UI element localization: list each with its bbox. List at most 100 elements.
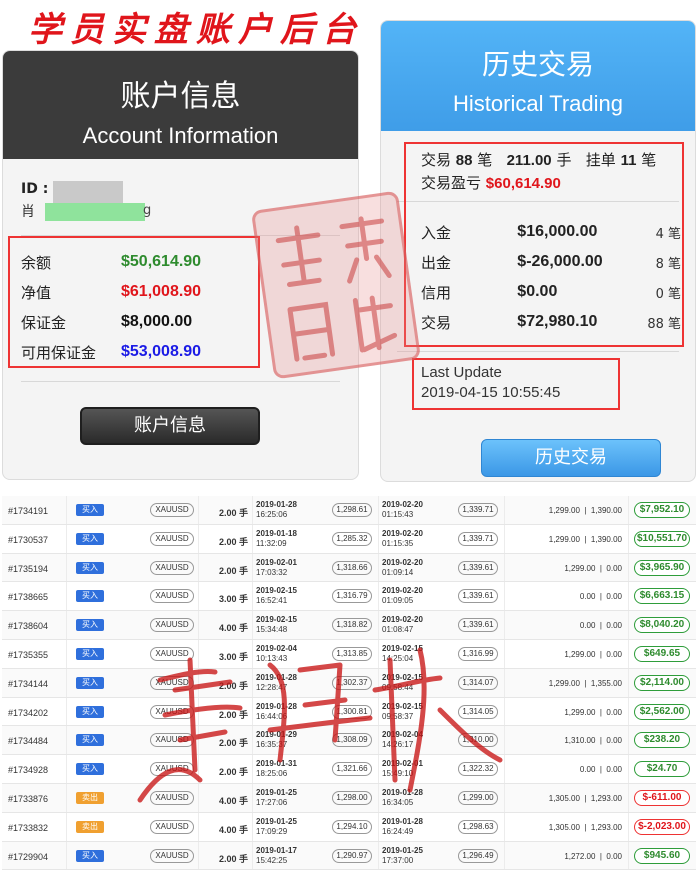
open-clock: 16:52:41 xyxy=(256,596,288,606)
open-date: 2019-01-31 xyxy=(256,759,297,769)
divider xyxy=(397,351,679,352)
open-time: 2019-01-28 16:25:06 xyxy=(256,500,297,520)
open-date: 2019-01-28 xyxy=(256,672,297,682)
symbol-pill: XAUUSD xyxy=(150,531,194,546)
stop-loss: 1,299.00 xyxy=(548,534,580,544)
trade-row[interactable]: #1735194 买入 XAUUSD 2.00 手 2019-02-01 17:03:32… xyxy=(2,553,696,583)
sl-tp: 1,299.00 | 0.00 xyxy=(564,649,622,659)
trade-id: #1734928 xyxy=(8,765,49,776)
column-divider xyxy=(504,611,505,639)
column-divider xyxy=(378,697,379,726)
close-clock: 01:15:43 xyxy=(382,510,414,519)
column-divider xyxy=(66,755,67,783)
close-date: 2019-01-25 xyxy=(382,845,423,855)
open-clock: 15:34:48 xyxy=(256,625,288,635)
column-divider xyxy=(378,524,379,553)
open-time: 2019-01-25 17:27:06 xyxy=(256,788,297,808)
close-price: 1,339.61 xyxy=(458,589,498,604)
historical-trading-button[interactable]: 历史交易 xyxy=(481,439,661,477)
trade-row[interactable]: #1733832 卖出 XAUUSD 4.00 手 2019-01-25 17:09:29… xyxy=(2,812,696,842)
trade-id: #1738604 xyxy=(8,621,49,632)
stop-loss: 1,299.00 xyxy=(548,506,580,515)
trade-row[interactable]: #1738665 买入 XAUUSD 3.00 手 2019-02-15 16:52:41… xyxy=(2,582,696,612)
column-divider xyxy=(198,639,199,668)
column-divider xyxy=(628,553,629,582)
trade-lots: 2.00 手 xyxy=(218,767,248,778)
open-price: 1,285.32 xyxy=(332,531,372,546)
column-divider xyxy=(628,783,629,812)
column-divider xyxy=(628,639,629,668)
close-clock: 09:58:37 xyxy=(382,711,414,721)
open-clock: 18:25:06 xyxy=(256,769,288,779)
stop-loss: 0.00 xyxy=(579,621,596,631)
column-divider xyxy=(66,668,67,697)
account-info-button[interactable]: 账户信息 xyxy=(80,407,260,445)
trade-id: #1733876 xyxy=(8,793,49,804)
open-time: 2019-02-15 16:52:41 xyxy=(256,586,297,606)
close-price: 1,339.71 xyxy=(458,503,498,517)
open-time: 2019-01-25 17:09:29 xyxy=(256,817,297,837)
column-divider xyxy=(504,783,505,812)
trade-row[interactable]: #1738604 买入 XAUUSD 4.00 手 2019-02-15 15:34:48… xyxy=(2,611,696,640)
open-date: 2019-01-18 xyxy=(256,528,297,538)
close-date: 2019-02-15 xyxy=(382,672,423,682)
sl-tp: 0.00 | 0.00 xyxy=(579,621,622,631)
profit-loss: $7,952.10 xyxy=(634,502,690,518)
trades-table: #1734191 买入 XAUUSD 2.00 手 2019-01-28 16:25:06… xyxy=(2,496,696,871)
trade-row[interactable]: #1735355 买入 XAUUSD 3.00 手 2019-02-04 10:13:43… xyxy=(2,639,696,669)
close-price: 1,322.32 xyxy=(458,762,498,777)
take-profit: 0.00 xyxy=(606,563,622,573)
symbol-pill: XAUUSD xyxy=(150,503,194,517)
sl-tp: 1,299.00 | 0.00 xyxy=(564,563,622,573)
stop-loss: 1,305.00 xyxy=(548,822,580,832)
close-time: 2019-02-20 01:15:35 xyxy=(382,529,423,549)
close-time: 2019-02-20 01:15:43 xyxy=(382,500,423,520)
symbol-pill: XAUUSD xyxy=(150,790,194,805)
open-price: 1,290.97 xyxy=(332,848,372,863)
column-divider xyxy=(504,812,505,841)
sl-tp: 1,299.00 | 1,390.00 xyxy=(548,506,622,515)
redacted-id xyxy=(53,181,123,205)
open-clock: 10:13:43 xyxy=(256,653,288,663)
trade-row[interactable]: #1734144 买入 XAUUSD 2.00 手 2019-01-28 12:28:47… xyxy=(2,668,696,698)
open-price: 1,298.00 xyxy=(332,790,372,805)
column-divider xyxy=(378,582,379,611)
trade-id: #1730537 xyxy=(8,534,49,545)
trade-lots: 4.00 手 xyxy=(218,824,248,835)
trade-row[interactable]: #1730537 买入 XAUUSD 2.00 手 2019-01-18 11:32:09… xyxy=(2,524,696,554)
take-profit: 0.00 xyxy=(606,851,622,861)
column-divider xyxy=(198,726,199,755)
open-date: 2019-01-17 xyxy=(256,845,297,855)
column-divider xyxy=(252,582,253,611)
open-date: 2019-02-04 xyxy=(256,643,297,653)
column-divider xyxy=(66,697,67,726)
close-time: 2019-01-25 17:37:00 xyxy=(382,846,423,866)
stop-loss: 1,299.00 xyxy=(564,707,596,717)
trade-row[interactable]: #1734202 买入 XAUUSD 2.00 手 2019-01-28 16:44:06… xyxy=(2,697,696,727)
close-time: 2019-02-20 01:09:14 xyxy=(382,558,423,578)
trade-lots: 2.00 手 xyxy=(218,536,248,547)
trade-id: #1734191 xyxy=(8,506,49,516)
open-time: 2019-02-04 10:13:43 xyxy=(256,644,297,664)
open-price: 1,321.66 xyxy=(332,762,372,777)
column-divider xyxy=(252,611,253,639)
column-divider xyxy=(504,582,505,611)
trade-row[interactable]: #1734191 买入 XAUUSD 2.00 手 2019-01-28 16:25:06… xyxy=(2,496,696,525)
stop-loss: 0.00 xyxy=(579,592,596,602)
trade-row[interactable]: #1734928 买入 XAUUSD 2.00 手 2019-01-31 18:25:06… xyxy=(2,755,696,784)
trade-lots: 3.00 手 xyxy=(218,594,248,605)
symbol-pill: XAUUSD xyxy=(150,848,194,863)
sl-tp: 1,299.00 | 0.00 xyxy=(564,707,622,717)
column-divider xyxy=(66,639,67,668)
open-price: 1,302.37 xyxy=(332,675,372,690)
trade-row[interactable]: #1729904 买入 XAUUSD 2.00 手 2019-01-17 15:42:25… xyxy=(2,841,696,871)
column-divider xyxy=(198,611,199,639)
close-price: 1,339.71 xyxy=(458,531,498,546)
column-divider xyxy=(378,611,379,639)
trade-row[interactable]: #1734484 买入 XAUUSD 2.00 手 2019-01-29 16:35:37… xyxy=(2,726,696,756)
column-divider xyxy=(628,524,629,553)
open-price: 1,294.10 xyxy=(332,819,372,834)
column-divider xyxy=(198,668,199,697)
trade-row[interactable]: #1733876 卖出 XAUUSD 4.00 手 2019-01-25 17:27:06… xyxy=(2,783,696,813)
column-divider xyxy=(66,582,67,611)
